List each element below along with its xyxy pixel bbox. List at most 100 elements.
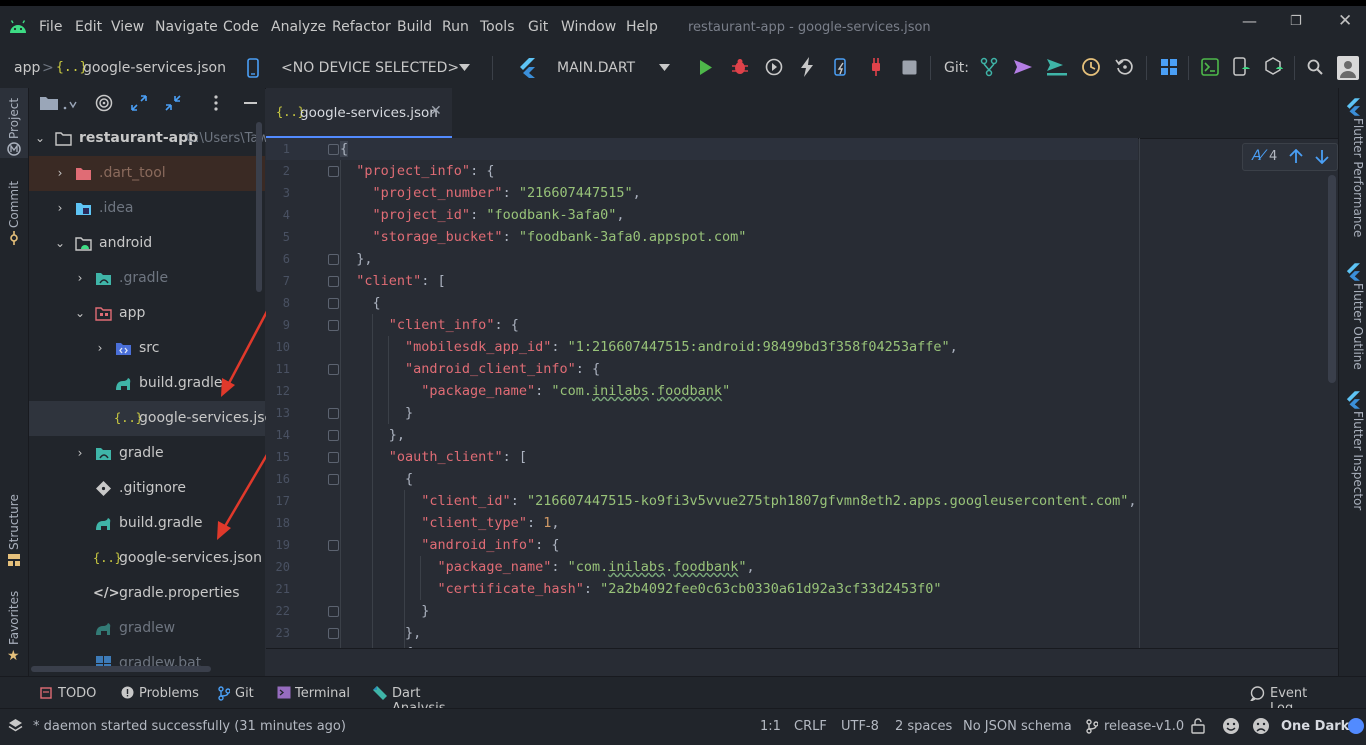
frown-icon[interactable] <box>1252 717 1270 735</box>
menu-git[interactable]: Git <box>528 19 548 35</box>
flutter-outline-tab[interactable]: Flutter Outline <box>1341 283 1365 373</box>
editor-vertical-scrollbar[interactable] <box>1328 175 1336 383</box>
chevron-right-icon[interactable]: › <box>93 331 107 366</box>
arrow-down-icon[interactable] <box>1315 149 1329 164</box>
git-update-icon[interactable] <box>980 57 998 77</box>
collapse-all-icon[interactable] <box>165 95 181 111</box>
smile-icon[interactable] <box>1222 717 1240 735</box>
notification-icon[interactable] <box>1347 717 1365 735</box>
line-separator[interactable]: CRLF <box>794 719 827 734</box>
flutter-attach-icon[interactable] <box>867 57 885 77</box>
menu-build[interactable]: Build <box>397 19 432 35</box>
more-options-icon[interactable] <box>214 95 218 111</box>
git-history-icon[interactable] <box>1081 57 1101 77</box>
tree-root[interactable]: ⌄ restaurant-app C:\Users\Taw <box>29 121 269 156</box>
tree-item-app-google-services[interactable]: {..} google-services.json <box>29 401 282 436</box>
tree-item-idea[interactable]: › .idea <box>29 191 265 226</box>
theme-name[interactable]: One Dark <box>1281 719 1349 734</box>
tree-item-src[interactable]: › src <box>29 331 265 366</box>
commit-tool-tab[interactable]: Commit <box>2 178 26 230</box>
fold-marker-icon[interactable] <box>328 606 339 617</box>
device-phone-icon[interactable] <box>247 58 259 78</box>
menu-analyze[interactable]: Analyze <box>271 19 326 35</box>
flutter-performance-tab[interactable]: Flutter Performance <box>1341 118 1365 238</box>
close-window-icon[interactable]: ✕ <box>1338 11 1352 31</box>
indent-setting[interactable]: 2 spaces <box>895 719 952 734</box>
menu-edit[interactable]: Edit <box>75 19 102 35</box>
git-rollback-icon[interactable] <box>1115 57 1135 77</box>
tree-item-gitignore[interactable]: .gitignore <box>29 471 265 506</box>
locate-file-icon[interactable] <box>95 94 113 112</box>
tree-item-gradle-properties[interactable]: </> gradle.properties <box>29 576 265 611</box>
tree-item-dart-tool[interactable]: › .dart_tool <box>29 156 265 191</box>
inspection-widget[interactable]: A⁄ 4 <box>1242 143 1338 171</box>
json-schema[interactable]: No JSON schema <box>963 719 1072 734</box>
arrow-up-icon[interactable] <box>1289 149 1303 164</box>
git-branch-name[interactable]: release-v1.0 <box>1104 719 1184 734</box>
chevron-right-icon[interactable]: › <box>53 191 67 226</box>
device-selector[interactable]: <NO DEVICE SELECTED> <box>281 60 459 76</box>
code-editor[interactable]: { "project_info": { "project_number": "2… <box>340 138 1138 648</box>
status-message[interactable]: * daemon started successfully (31 minute… <box>33 719 346 734</box>
git-commit-icon[interactable] <box>1013 59 1033 75</box>
fold-marker-icon[interactable] <box>328 298 339 309</box>
hot-restart-icon[interactable] <box>833 57 849 77</box>
fold-marker-icon[interactable] <box>328 254 339 265</box>
fold-marker-icon[interactable] <box>328 430 339 441</box>
chevron-right-icon[interactable]: › <box>53 156 67 191</box>
fold-marker-icon[interactable] <box>328 166 339 177</box>
fold-marker-icon[interactable] <box>328 276 339 287</box>
run-config-selector[interactable]: MAIN.DART <box>557 60 635 76</box>
breadcrumb-app[interactable]: app <box>14 60 40 76</box>
menu-help[interactable]: Help <box>626 19 658 35</box>
search-icon[interactable] <box>1307 59 1323 75</box>
editor-tab-google-services[interactable]: {..} google-services.json ✕ <box>266 88 452 138</box>
run-icon[interactable] <box>699 59 713 76</box>
menu-file[interactable]: File <box>39 19 62 35</box>
chevron-down-icon[interactable] <box>459 64 470 71</box>
tree-horizontal-scrollbar[interactable] <box>31 666 211 672</box>
flutter-inspector-tab[interactable]: Flutter Inspector <box>1341 411 1365 511</box>
fold-marker-icon[interactable] <box>328 628 339 639</box>
git-push-icon[interactable] <box>1046 58 1068 76</box>
attach-debugger-icon[interactable] <box>765 58 783 76</box>
fold-marker-icon[interactable] <box>328 474 339 485</box>
device-manager-icon[interactable] <box>1232 57 1250 77</box>
file-encoding[interactable]: UTF-8 <box>841 719 879 734</box>
chevron-down-icon[interactable]: ⌄ <box>73 296 87 331</box>
breadcrumb-file[interactable]: google-services.json <box>83 60 226 76</box>
project-structure-icon[interactable] <box>1161 59 1177 75</box>
hot-reload-icon[interactable] <box>800 57 814 77</box>
terminal-icon[interactable] <box>1201 58 1219 76</box>
problems-tab[interactable]: Problems <box>119 685 199 703</box>
folder-view-icon[interactable] <box>39 95 59 111</box>
tree-item-dot-gradle[interactable]: › .gradle <box>29 261 265 296</box>
menu-window[interactable]: Window <box>561 19 616 35</box>
menu-navigate[interactable]: Navigate <box>155 19 218 35</box>
todo-tab[interactable]: TODO <box>38 685 102 703</box>
tree-item-app-build-gradle[interactable]: build.gradle <box>29 366 265 401</box>
fold-marker-icon[interactable] <box>328 408 339 419</box>
fold-marker-icon[interactable] <box>328 144 339 155</box>
run-config-chevron-icon[interactable] <box>659 64 670 71</box>
stop-icon[interactable] <box>902 60 917 75</box>
fold-marker-icon[interactable] <box>328 364 339 375</box>
tree-item-google-services[interactable]: {..} google-services.json <box>29 541 265 576</box>
tree-vertical-scrollbar[interactable] <box>256 122 262 292</box>
menu-code[interactable]: Code <box>223 19 259 35</box>
tree-item-build-gradle[interactable]: build.gradle <box>29 506 265 541</box>
tree-item-gradlew[interactable]: gradlew <box>29 611 265 646</box>
tree-item-app[interactable]: ⌄ app <box>29 296 265 331</box>
event-log-tab[interactable]: Event Log <box>1250 685 1330 716</box>
close-tab-icon[interactable]: ✕ <box>430 103 442 119</box>
expand-all-icon[interactable] <box>131 95 147 111</box>
structure-tool-tab[interactable]: Structure <box>2 492 26 552</box>
restore-icon[interactable]: ❐ <box>1290 14 1302 29</box>
menu-view[interactable]: View <box>111 19 144 35</box>
menu-tools[interactable]: Tools <box>480 19 515 35</box>
hide-panel-icon[interactable] <box>244 102 257 104</box>
caret-position[interactable]: 1:1 <box>760 719 781 734</box>
tree-item-gradle[interactable]: › gradle <box>29 436 265 471</box>
fold-marker-icon[interactable] <box>328 540 339 551</box>
chevron-down-icon[interactable]: ⌄ <box>33 121 47 156</box>
